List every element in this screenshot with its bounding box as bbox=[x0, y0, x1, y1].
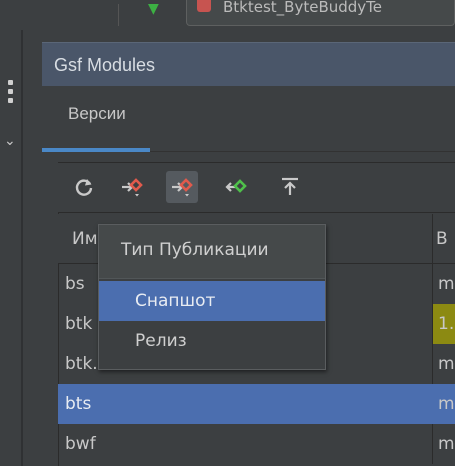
row-version-cell: 1. bbox=[432, 304, 455, 344]
row-name: btk bbox=[65, 314, 93, 334]
table-row[interactable]: bwf m bbox=[58, 424, 455, 464]
drag-handle-icon[interactable] bbox=[8, 80, 16, 104]
publish-button[interactable] bbox=[116, 171, 148, 203]
refresh-icon bbox=[75, 179, 93, 196]
row-version: 1. bbox=[438, 314, 455, 334]
publish-green-icon bbox=[225, 179, 247, 193]
column-separator[interactable] bbox=[432, 214, 433, 264]
row-version: m bbox=[438, 434, 455, 454]
column-header-version[interactable]: В bbox=[436, 214, 448, 264]
refresh-button[interactable] bbox=[68, 171, 100, 203]
popup-item-release[interactable]: Релиз bbox=[99, 321, 325, 361]
left-gutter: ⌄ bbox=[0, 30, 42, 466]
chevron-down-icon[interactable]: ⌄ bbox=[4, 134, 18, 148]
publish-red-icon bbox=[122, 178, 143, 197]
row-version: m bbox=[438, 354, 455, 374]
row-version-cell: m bbox=[432, 384, 455, 424]
publish-red-dropdown-icon bbox=[172, 178, 193, 197]
publish-type-button[interactable] bbox=[166, 171, 198, 203]
row-version: m bbox=[438, 274, 455, 294]
row-version-cell: m bbox=[432, 264, 455, 304]
row-version-cell: m bbox=[432, 344, 455, 384]
push-up-button[interactable] bbox=[274, 171, 306, 203]
toolbar-left-area bbox=[0, 0, 120, 30]
row-name: bts bbox=[65, 394, 92, 414]
column-header-name[interactable]: Им bbox=[72, 214, 98, 264]
row-version-cell: m bbox=[432, 424, 455, 464]
table-row[interactable]: bts m bbox=[58, 384, 455, 424]
publish-green-button[interactable] bbox=[220, 171, 252, 203]
row-name: bs bbox=[65, 274, 85, 294]
tool-window-header: Gsf Modules bbox=[42, 42, 455, 86]
run-arrow-icon[interactable]: ▼ bbox=[148, 2, 160, 16]
popup-title: Тип Публикации bbox=[99, 225, 325, 279]
tool-window-title: Gsf Modules bbox=[54, 55, 156, 75]
push-up-icon bbox=[282, 177, 298, 195]
popup-item-snapshot[interactable]: Снапшот bbox=[99, 281, 325, 321]
publication-type-popup: Тип Публикации Снапшот Релиз bbox=[98, 224, 326, 370]
versions-toolbar bbox=[58, 163, 455, 213]
main-toolbar: ▼ Btktest_ByteBuddyTe bbox=[0, 0, 455, 30]
tab-versions[interactable]: Версии bbox=[42, 86, 150, 152]
toolbar-separator bbox=[118, 4, 119, 26]
gutter-divider bbox=[21, 30, 23, 466]
run-configuration-selector[interactable]: Btktest_ByteBuddyTe bbox=[186, 0, 455, 26]
run-config-label: Btktest_ByteBuddyTe bbox=[223, 0, 383, 16]
row-version: m bbox=[438, 394, 455, 414]
row-name: bwf bbox=[65, 434, 96, 454]
run-config-icon bbox=[197, 0, 211, 12]
tab-active-indicator bbox=[42, 148, 150, 152]
tab-versions-label: Версии bbox=[68, 104, 126, 123]
tab-bar: Версии bbox=[42, 86, 455, 152]
